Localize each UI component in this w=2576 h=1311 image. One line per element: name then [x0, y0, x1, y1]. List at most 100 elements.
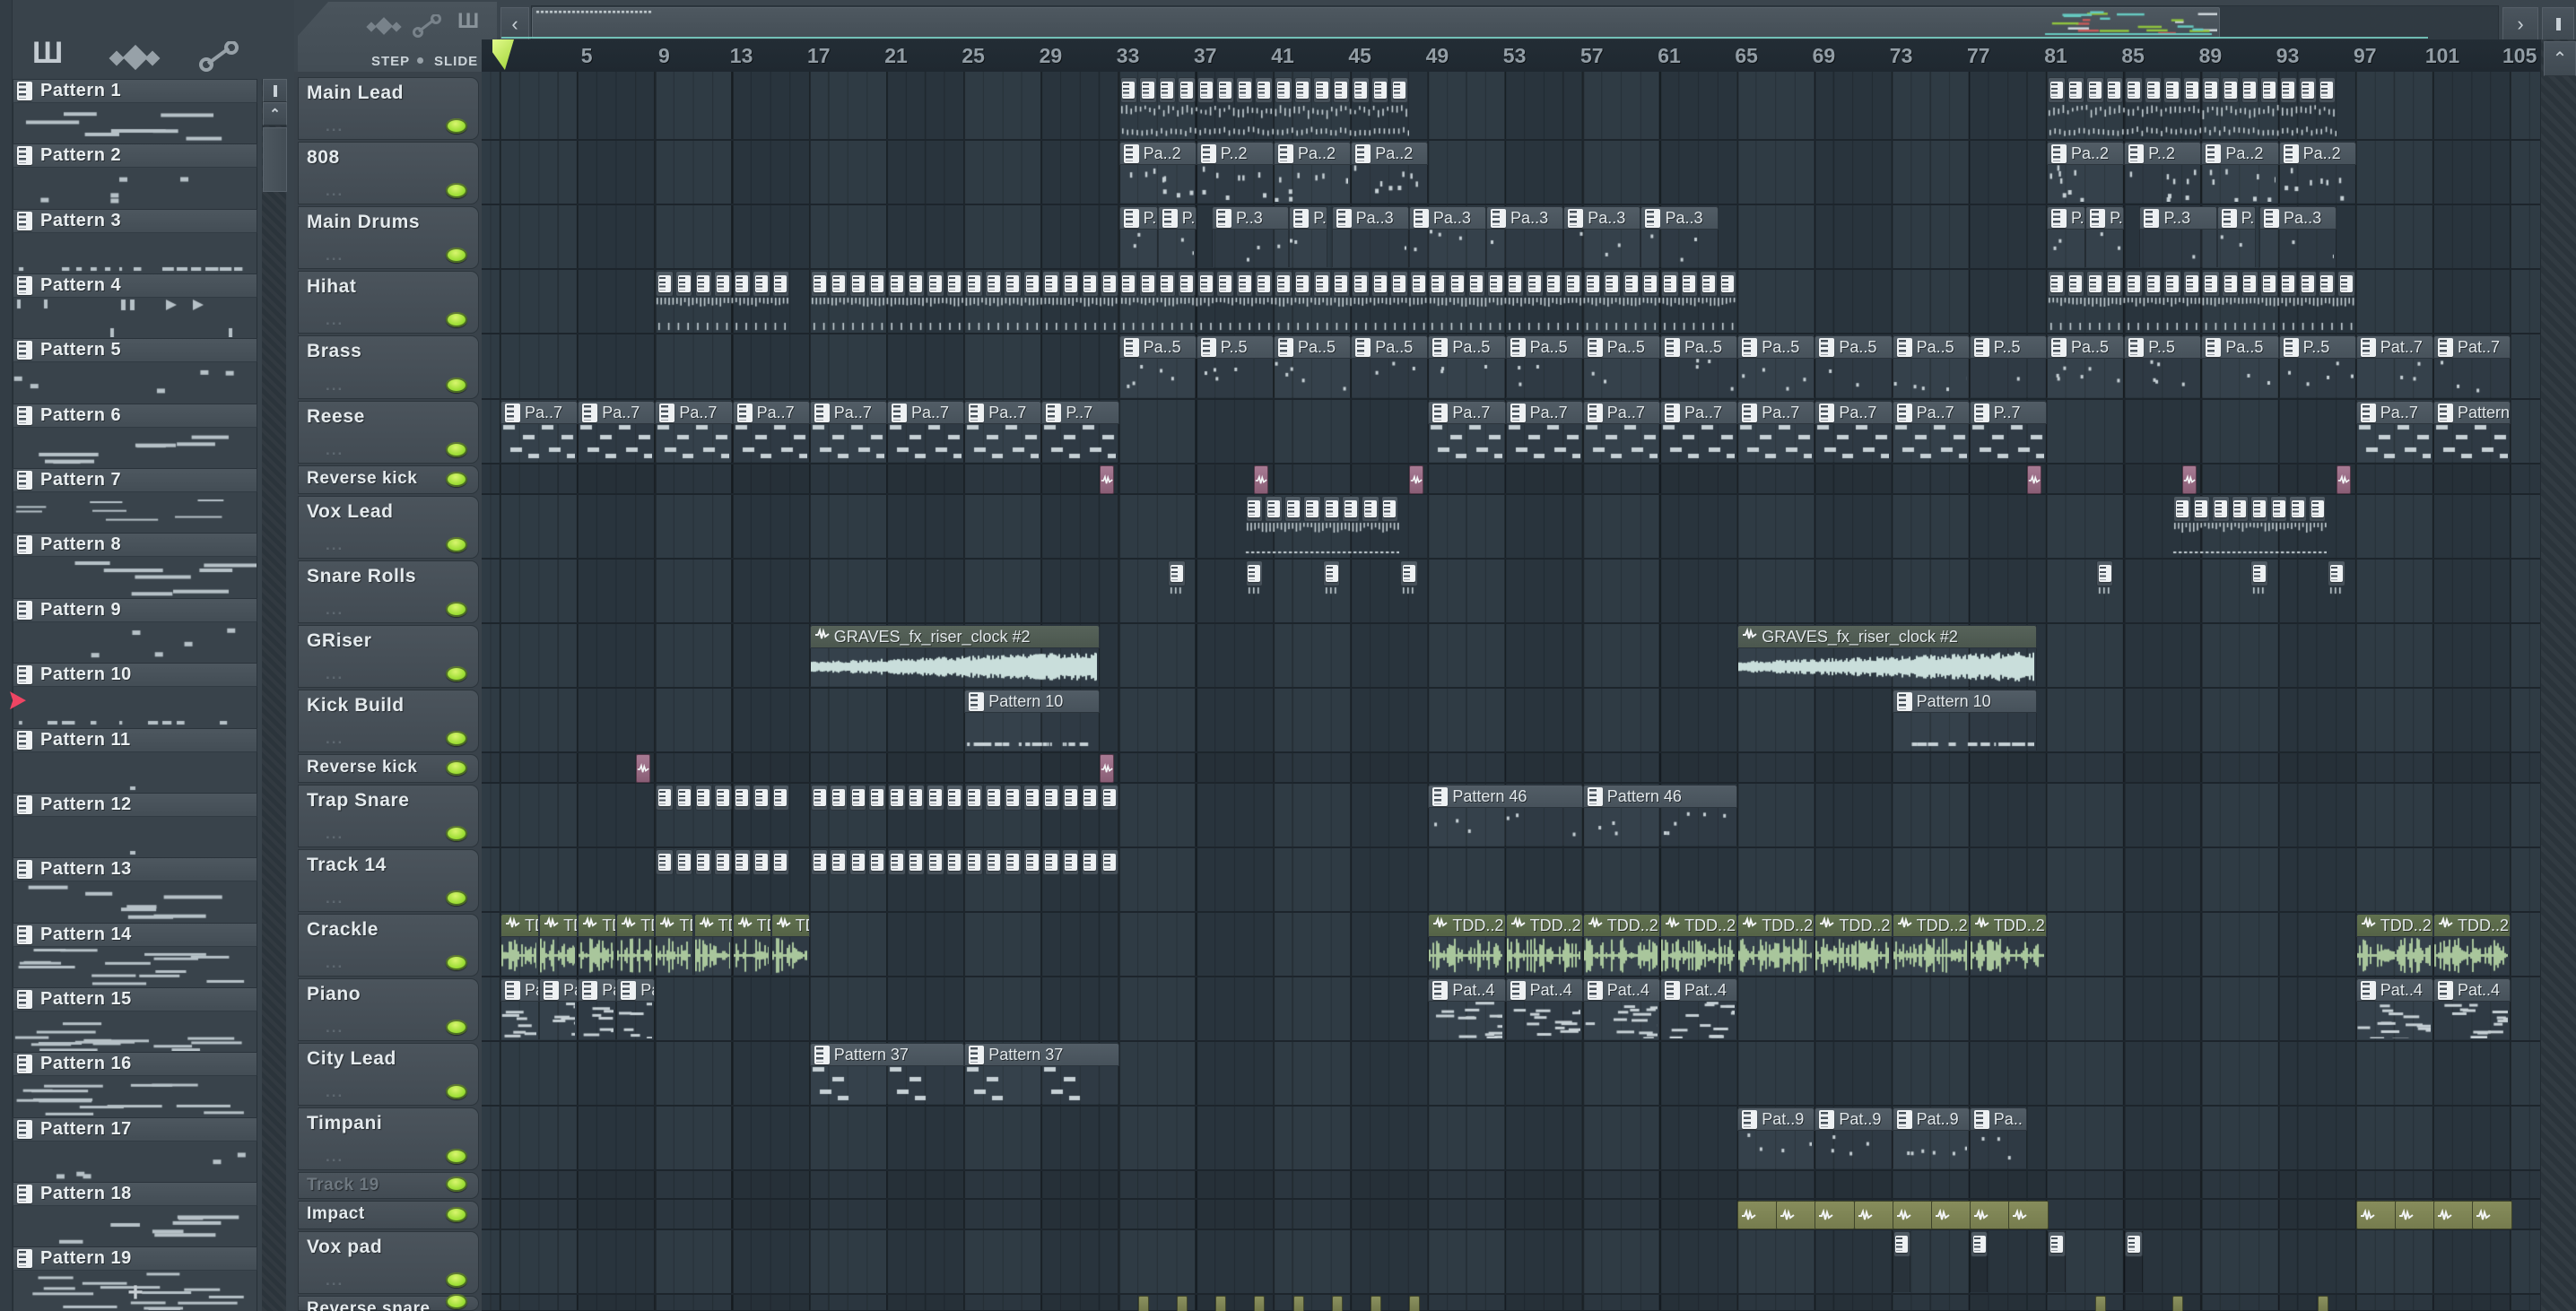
reverse-snare-audio-stub[interactable] [1370, 1296, 1381, 1311]
pattern-mini-clip[interactable] [1139, 271, 1157, 297]
pattern-mini-clip[interactable] [1583, 271, 1602, 297]
track-lane[interactable] [482, 848, 2540, 913]
clip-header[interactable]: P..5 [1969, 335, 2047, 359]
pattern-mini-clip[interactable] [1661, 271, 1679, 297]
pattern-item-header[interactable]: Pattern 1 [13, 79, 257, 102]
reverse-kick-audio-stub[interactable] [2337, 465, 2352, 494]
track-header[interactable]: Main Drums... [298, 206, 479, 269]
pattern-mini-clip[interactable] [2269, 496, 2288, 522]
pattern-mini-clip[interactable] [1158, 77, 1177, 103]
pattern-mini-clip[interactable] [1081, 785, 1100, 811]
pattern-mini-clip[interactable] [1487, 271, 1505, 297]
pattern-mini-clip[interactable] [674, 271, 693, 297]
pattern-mini-clip[interactable] [868, 849, 886, 875]
clip-header[interactable]: Pa..5 [1428, 335, 1506, 359]
clip-header[interactable]: Pa..5 [1118, 335, 1197, 359]
pattern-mini-clip[interactable] [2048, 1231, 2066, 1257]
clip-header[interactable]: P.. [1289, 206, 1328, 230]
clip-header[interactable]: Pa..7 [1815, 401, 1893, 424]
track-mute-led[interactable] [446, 118, 467, 134]
clip-header[interactable]: TDD..2 [693, 914, 733, 937]
pattern-mini-clip[interactable] [2182, 271, 2201, 297]
impact-audio-clip[interactable] [1853, 1201, 1894, 1229]
pattern-item-header[interactable]: Pattern 13 [13, 857, 257, 881]
pattern-mini-clip[interactable] [965, 785, 983, 811]
pattern-mini-clip[interactable] [1265, 496, 1283, 522]
track-header[interactable]: 808... [298, 142, 479, 204]
track-mute-led[interactable] [446, 1272, 467, 1288]
clip-header[interactable]: TDD..2 [539, 914, 579, 937]
track-name-label[interactable]: Brass [307, 341, 361, 362]
track-mute-led[interactable] [446, 1294, 467, 1309]
pattern-mini-clip[interactable] [2125, 1231, 2143, 1257]
track-name-label[interactable]: Trap Snare [307, 790, 410, 812]
tab-automation-icon[interactable] [366, 16, 402, 38]
pattern-mini-clip[interactable] [1719, 271, 1737, 297]
clip-header[interactable]: P..5 [2124, 335, 2202, 359]
pattern-mini-clip[interactable] [2173, 496, 2191, 522]
track-mute-led[interactable] [446, 890, 467, 906]
pattern-mini-clip[interactable] [888, 271, 906, 297]
clip-header[interactable]: Pa.. [1969, 1107, 2028, 1131]
pattern-mini-clip[interactable] [1970, 1231, 1989, 1257]
pattern-item-header[interactable]: Pattern 10 [13, 663, 257, 687]
clip-header[interactable]: P..5 [1196, 335, 1274, 359]
scroll-right-button[interactable]: › [2502, 7, 2538, 40]
pattern-list-item[interactable]: Pattern 12 [13, 792, 257, 859]
impact-audio-clip[interactable] [1930, 1201, 1971, 1229]
pattern-mini-clip[interactable] [1545, 271, 1563, 297]
pattern-mini-clip[interactable] [1023, 849, 1041, 875]
track-header[interactable]: Reverse kick [298, 465, 479, 494]
track-mute-led[interactable] [446, 247, 467, 263]
clip-header[interactable]: TDD..2 [2355, 914, 2433, 937]
clip-header[interactable]: TDD..2 [578, 914, 617, 937]
clip-header[interactable]: Pa..5 [1274, 335, 1352, 359]
pattern-mini-clip[interactable] [714, 849, 732, 875]
clip-header[interactable]: Pa..5 [2047, 335, 2125, 359]
clip-header[interactable]: P.. [2216, 206, 2256, 230]
track-lane[interactable] [482, 1230, 2540, 1295]
pattern-mini-clip[interactable] [1352, 271, 1370, 297]
scroll-left-button[interactable]: ‹ [500, 7, 529, 40]
pattern-mini-clip[interactable] [2105, 77, 2124, 103]
pattern-list-item[interactable]: Pattern 16 [13, 1052, 257, 1119]
pattern-list-item[interactable]: Pattern 3 [13, 208, 257, 275]
pattern-mini-clip[interactable] [1448, 271, 1466, 297]
pattern-mini-clip[interactable] [984, 785, 1003, 811]
track-name-label[interactable]: Reverse kick [307, 758, 417, 777]
pattern-list-item[interactable]: Pattern 15 [13, 986, 257, 1054]
pattern-mini-clip[interactable] [2337, 271, 2355, 297]
pattern-mini-clip[interactable] [1255, 77, 1273, 103]
clip-header[interactable]: Pa..7 [809, 401, 887, 424]
track-mute-led[interactable] [446, 378, 467, 393]
pattern-mini-clip[interactable] [753, 271, 770, 297]
clip-header[interactable]: Pa..5 [1505, 335, 1583, 359]
impact-audio-clip[interactable] [1815, 1201, 1856, 1229]
pattern-list-item[interactable]: Pattern 1 [13, 79, 257, 145]
pattern-mini-clip[interactable] [1303, 496, 1321, 522]
track-mute-led[interactable] [446, 1207, 467, 1222]
pattern-mini-clip[interactable] [1361, 496, 1379, 522]
pattern-mini-clip[interactable] [2105, 271, 2124, 297]
window-handle-button[interactable] [2542, 7, 2574, 40]
pattern-mini-clip[interactable] [1390, 77, 1408, 103]
clip-header[interactable]: Pat..7 [2433, 335, 2511, 359]
track-header[interactable]: Reese... [298, 401, 479, 464]
clip-header[interactable]: TDD..2 [500, 914, 540, 937]
track-name-label[interactable]: Kick Build [307, 695, 405, 716]
track-name-label[interactable]: Snare Rolls [307, 566, 416, 587]
pattern-mini-clip[interactable] [2318, 77, 2337, 103]
track-header[interactable]: City Lead... [298, 1043, 479, 1106]
clip-header[interactable]: Pa..7 [1505, 401, 1583, 424]
clip-header[interactable]: TDD..2 [616, 914, 656, 937]
pattern-mini-clip[interactable] [2086, 77, 2104, 103]
reverse-snare-audio-stub[interactable] [1215, 1296, 1227, 1311]
clip-header[interactable]: Pat..9 [1737, 1107, 1815, 1131]
pattern-mini-clip[interactable] [2299, 271, 2317, 297]
track-header[interactable]: Reverse kick [298, 754, 479, 783]
reverse-snare-audio-stub[interactable] [1177, 1296, 1188, 1311]
pattern-mini-clip[interactable] [753, 785, 770, 811]
pattern-mini-clip[interactable] [1235, 77, 1254, 103]
track-header[interactable]: Snare Rolls... [298, 560, 479, 623]
clip-header[interactable]: P..3 [2047, 206, 2086, 230]
